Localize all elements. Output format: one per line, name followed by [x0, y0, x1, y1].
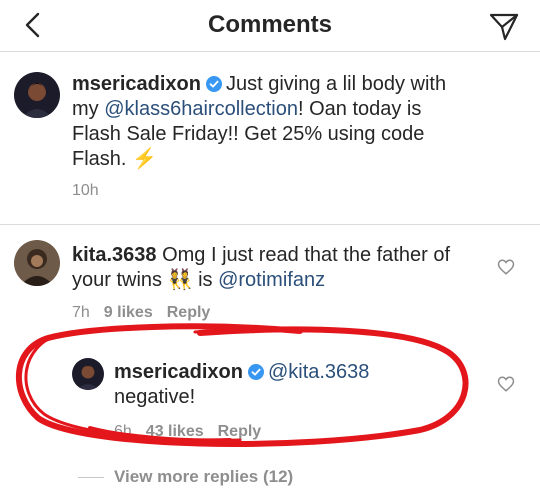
reply-reply-button[interactable]: Reply [218, 423, 262, 440]
comment-text: kita.3638 Omg I just read that the fathe… [72, 243, 472, 293]
avatar[interactable] [72, 358, 104, 390]
caption-meta: 10h [72, 182, 113, 200]
comment-meta: 7h 9 likes Reply [72, 304, 224, 322]
avatar[interactable] [14, 72, 60, 118]
comments-header: Comments [0, 0, 540, 52]
heart-icon [497, 376, 515, 392]
share-button[interactable] [488, 10, 520, 42]
profile-photo [14, 72, 60, 118]
view-more-replies-button[interactable]: View more replies (12) [114, 467, 293, 487]
caption-divider [0, 224, 540, 225]
profile-photo [72, 358, 104, 390]
avatar[interactable] [14, 240, 60, 286]
reply-timestamp: 6h [114, 423, 132, 440]
reply-username[interactable]: msericadixon [114, 361, 243, 383]
reply-likes[interactable]: 43 likes [146, 423, 204, 440]
paper-plane-icon [489, 13, 519, 41]
comment-like-button[interactable] [497, 258, 515, 276]
comment-username[interactable]: kita.3638 [72, 244, 157, 266]
comment-mention[interactable]: @rotimifanz [218, 269, 325, 291]
heart-icon [497, 259, 515, 275]
comment-likes[interactable]: 9 likes [104, 304, 153, 321]
reply-like-button[interactable] [497, 375, 515, 393]
caption-username[interactable]: msericadixon [72, 73, 201, 95]
comment-body-end: is [198, 269, 213, 291]
comment-timestamp: 7h [72, 304, 90, 321]
reply-meta: 6h 43 likes Reply [114, 423, 275, 441]
caption-text: msericadixon Just giving a lil body with … [72, 72, 472, 172]
caption-mention[interactable]: @klass6haircollection [104, 98, 298, 120]
reply-text: msericadixon @kita.3638 negative! [114, 360, 474, 410]
page-title: Comments [207, 11, 333, 38]
view-more-divider [78, 477, 104, 478]
caption-timestamp: 10h [72, 182, 99, 199]
verified-badge-icon [205, 76, 222, 92]
profile-photo [14, 240, 60, 286]
reply-mention[interactable]: @kita.3638 [268, 361, 369, 383]
lightning-emoji: ⚡ [132, 148, 157, 170]
twins-emoji: 👯 [167, 269, 193, 291]
verified-badge-icon [247, 364, 264, 380]
comment-reply-button[interactable]: Reply [167, 304, 211, 321]
reply-body: negative! [114, 386, 196, 408]
